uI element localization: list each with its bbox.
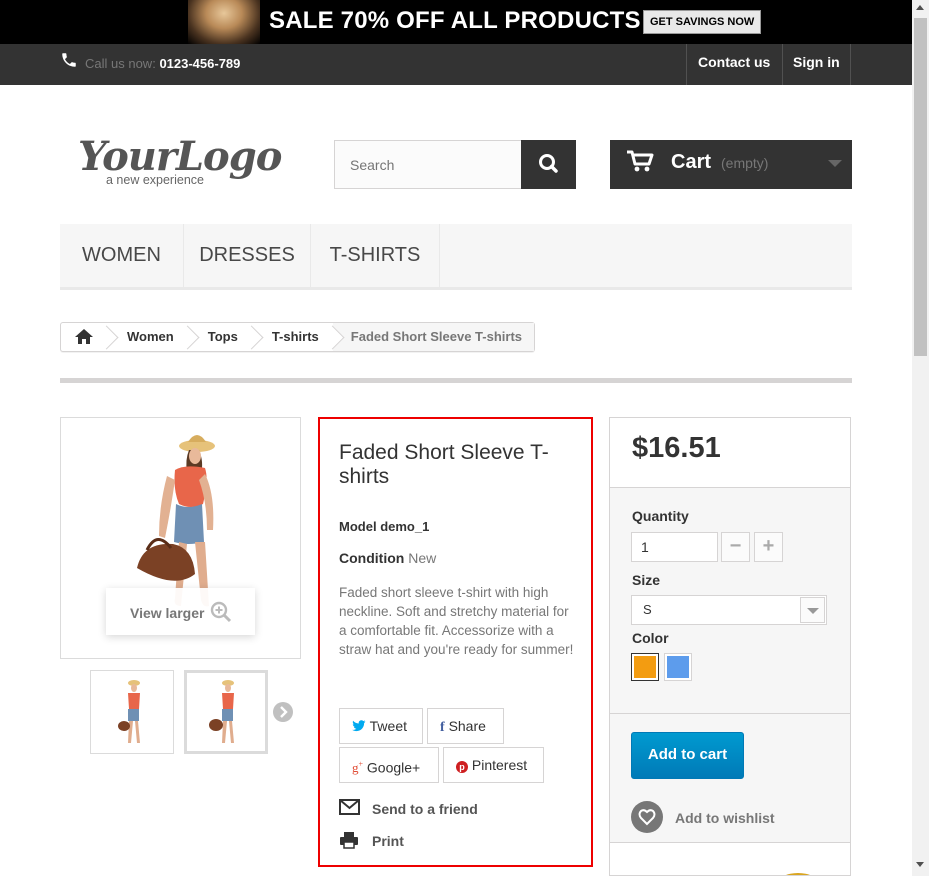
color-swatch-blue[interactable] (664, 653, 692, 681)
menu-item-tshirts[interactable]: T-SHIRTS (311, 224, 440, 287)
product-condition: Condition New (339, 550, 436, 566)
breadcrumb-women[interactable]: Women (107, 323, 188, 351)
quantity-input[interactable]: 1 (631, 532, 718, 562)
size-label: Size (632, 572, 661, 588)
size-value: S (643, 602, 652, 617)
product-thumbnail-selected[interactable] (184, 670, 268, 754)
product-description: Faded short sleeve t-shirt with high nec… (339, 585, 574, 657)
envelope-icon (339, 799, 360, 815)
home-icon (75, 329, 93, 344)
size-select[interactable]: S (631, 595, 827, 625)
model-value: demo_1 (380, 519, 430, 534)
condition-value: New (408, 550, 437, 566)
product-title: Faded Short Sleeve T-shirts (339, 441, 549, 488)
add-to-cart-button[interactable]: Add to cart (631, 732, 744, 779)
menu-item-women[interactable]: WOMEN (60, 224, 184, 287)
thumbnail-photo (209, 680, 234, 743)
printer-icon (340, 832, 358, 849)
product-model: Model demo_1 (339, 519, 429, 534)
chevron-down-icon (800, 597, 825, 623)
facebook-icon: f (440, 720, 445, 735)
print-label: Print (372, 833, 404, 849)
price-area: $16.51 (610, 418, 850, 488)
search-input[interactable] (334, 140, 522, 189)
heart-icon (631, 801, 663, 833)
tweet-button[interactable]: Tweet (339, 708, 423, 744)
sign-in-link[interactable]: Sign in (782, 44, 851, 85)
tweet-label: Tweet (369, 718, 407, 734)
cart-status: (empty) (721, 155, 769, 171)
wishlist-label: Add to wishlist (675, 810, 775, 826)
product-price: $16.51 (632, 432, 721, 464)
breadcrumb-home[interactable] (61, 323, 107, 351)
menu-item-dresses[interactable]: DRESSES (184, 224, 311, 287)
top-navbar: Call us now: 0123-456-789 Contact us Sig… (0, 44, 912, 85)
pinterest-label: Pinterest (471, 757, 528, 773)
twitter-icon (352, 720, 366, 732)
thumbnail-next-button[interactable] (273, 702, 293, 722)
swatch-fill (667, 656, 689, 678)
plus-icon: + (762, 535, 775, 557)
model-label: Model (339, 519, 377, 534)
search-button[interactable] (521, 140, 576, 189)
facebook-share-button[interactable]: f Share (427, 708, 504, 744)
quantity-decrease-button[interactable]: − (721, 532, 750, 562)
condition-label: Condition (339, 550, 405, 566)
buy-box: $16.51 Quantity 1 − + Size S Color Add t… (609, 417, 851, 876)
quantity-increase-button[interactable]: + (754, 532, 783, 562)
scroll-up-icon[interactable] (916, 5, 924, 10)
minus-icon: − (729, 535, 742, 557)
phone-icon (62, 53, 76, 67)
chevron-right-icon (280, 706, 288, 718)
send-to-friend-label: Send to a friend (372, 801, 478, 817)
promo-banner[interactable]: SALE 70% OFF ALL PRODUCTS GET SAVINGS NO… (0, 0, 912, 44)
send-to-friend-link[interactable]: Send to a friend (339, 799, 478, 818)
promo-model-image (188, 0, 260, 44)
pinterest-icon: p (456, 761, 468, 773)
google-plus-icon: g+ (352, 760, 364, 776)
cart-icon (627, 150, 654, 172)
cart-button[interactable]: Cart (empty) (610, 140, 852, 189)
site-logo[interactable]: YourLogo a new experience (78, 133, 282, 193)
color-swatch-orange[interactable] (631, 653, 659, 681)
thumbnail-photo (118, 680, 140, 743)
swatch-fill (634, 656, 656, 678)
breadcrumb-current: Faded Short Sleeve T-shirts (332, 323, 534, 351)
page-scrollbar[interactable] (912, 0, 929, 876)
google-plus-button[interactable]: g+ Google+ (339, 747, 439, 783)
related-panel (610, 842, 850, 875)
print-link[interactable]: Print (339, 831, 404, 852)
cart-label: Cart (671, 151, 712, 173)
pinterest-button[interactable]: p Pinterest (443, 747, 544, 783)
zoom-in-icon (210, 601, 232, 623)
call-us-text: Call us now: 0123-456-789 (85, 56, 240, 71)
google-plus-label: Google+ (366, 759, 421, 776)
logo-tagline: a new experience (106, 173, 204, 187)
promo-text: SALE 70% OFF ALL PRODUCTS (269, 7, 641, 34)
contact-us-link[interactable]: Contact us (686, 44, 781, 85)
breadcrumb: Women Tops T-shirts Faded Short Sleeve T… (60, 322, 535, 352)
view-larger-label: View larger (130, 605, 205, 621)
scroll-down-icon[interactable] (916, 862, 924, 867)
share-label: Share (448, 718, 486, 734)
quantity-label: Quantity (632, 508, 689, 524)
main-menu: WOMEN DRESSES T-SHIRTS (60, 224, 852, 290)
chevron-down-icon (828, 160, 842, 167)
call-us-label: Call us now: (85, 56, 156, 71)
color-label: Color (632, 630, 669, 646)
box-divider (610, 713, 850, 714)
view-larger-button[interactable]: View larger (106, 588, 255, 635)
section-divider (60, 378, 852, 383)
product-info-panel: Faded Short Sleeve T-shirts Model demo_1… (318, 417, 593, 867)
phone-number: 0123-456-789 (159, 56, 241, 71)
scrollbar-thumb[interactable] (914, 18, 927, 356)
search-icon (539, 154, 558, 173)
product-thumbnail[interactable] (90, 670, 174, 754)
get-savings-button[interactable]: GET SAVINGS NOW (643, 10, 762, 34)
